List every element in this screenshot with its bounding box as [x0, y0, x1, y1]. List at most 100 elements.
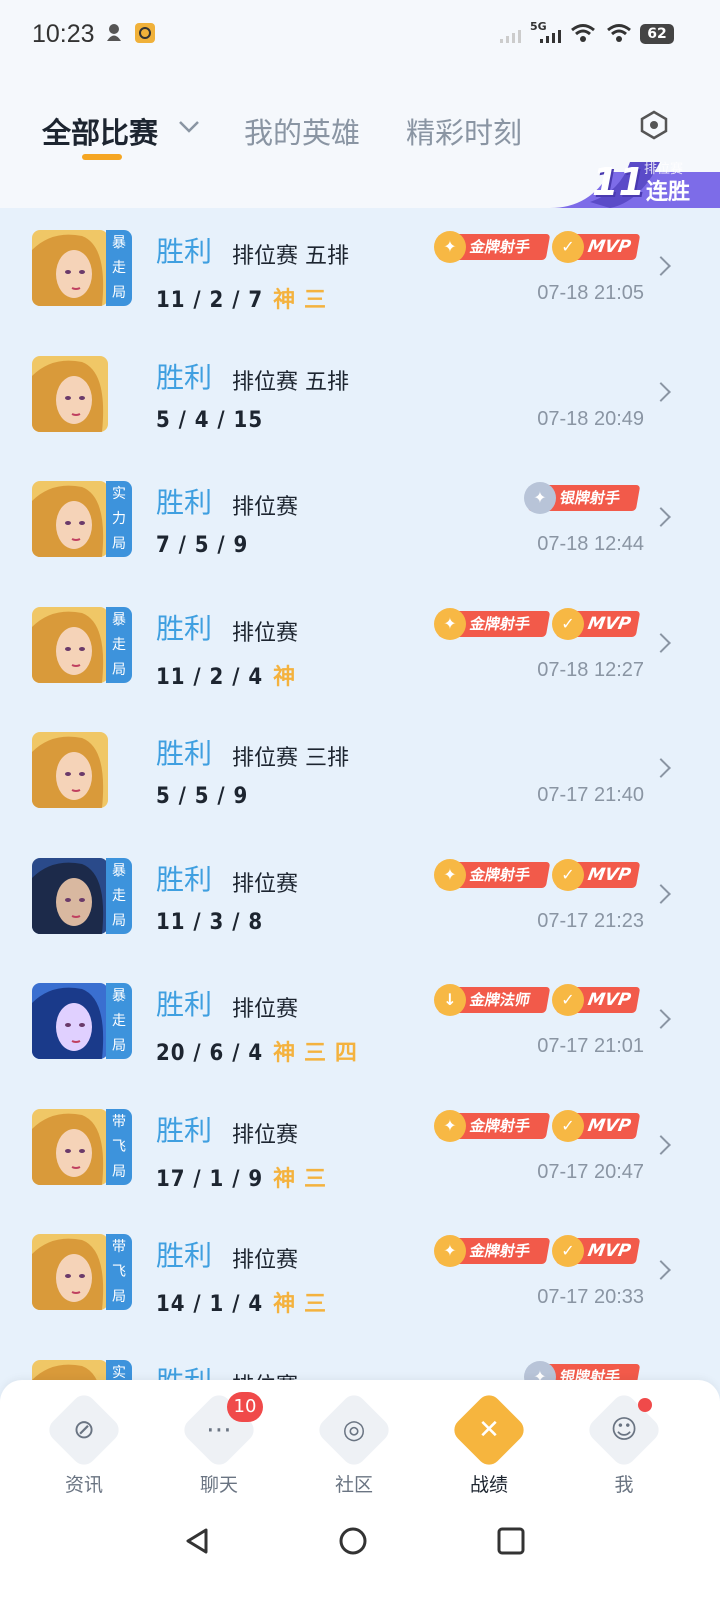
chevron-right-icon	[651, 256, 671, 276]
hero-avatar	[32, 355, 108, 432]
medal-icon: ✦	[434, 1235, 466, 1267]
match-row[interactable]: 带飞局胜利 排位赛 17 / 1 / 9 神 三 07-17 20:47 ✦ 金牌射手 ✓ MV…	[0, 1083, 720, 1209]
match-date: 07-17 21:23	[537, 909, 644, 932]
medal-icon: ✓	[552, 1109, 584, 1142]
kda-value: 5 / 4 / 15	[156, 407, 264, 433]
medal-icon: ✦	[434, 1109, 466, 1142]
notification-dot	[638, 1398, 652, 1412]
match-type-tag: 暴走局	[106, 983, 132, 1059]
kda-value: 7 / 5 / 9	[156, 533, 249, 558]
match-date: 07-18 21:05	[537, 282, 644, 304]
header-area: 10:23 5G 62 全部比赛 我的英雄 精彩时刻 11 排位赛 连胜	[0, 0, 720, 208]
chevron-right-icon	[651, 381, 671, 402]
match-kda: 11 / 3 / 8	[156, 910, 263, 935]
nav-item-community[interactable]: ◎ 社区	[304, 1390, 404, 1502]
match-row[interactable]: 带飞局胜利 排位赛 14 / 1 / 4 神 三 07-17 20:33 ✦ 金牌射手 ✓ MV…	[0, 1208, 720, 1334]
medal-badge: ✦ 金牌射手	[434, 231, 551, 263]
medal-badge: ✦ 金牌射手	[434, 607, 551, 640]
back-icon[interactable]	[182, 1526, 212, 1556]
chevron-down-icon[interactable]	[178, 120, 200, 134]
match-mode: 排位赛	[232, 620, 299, 646]
tab-my-heroes[interactable]: 我的英雄	[244, 110, 360, 152]
match-date: 07-18 12:27	[537, 658, 644, 681]
hero-avatar	[32, 481, 108, 557]
kda-value: 17 / 1 / 9	[156, 1166, 264, 1192]
match-kda: 11 / 2 / 7 神 三	[156, 282, 327, 314]
medal-icon: ✓	[552, 607, 584, 640]
hero-avatar	[32, 1234, 108, 1310]
medal-icon: ✦	[524, 482, 556, 514]
match-kda: 14 / 1 / 4 神 三	[156, 1286, 327, 1318]
recents-icon[interactable]	[496, 1526, 526, 1556]
medal-badge: ↓ 金牌法师	[434, 984, 551, 1016]
match-type-tag: 带飞局	[106, 1234, 132, 1310]
kda-value: 11 / 2 / 7	[156, 288, 264, 313]
match-row[interactable]: 暴走局胜利 排位赛 11 / 2 / 4 神 07-18 12:27 ✦ 金牌射手 ✓ MVP	[0, 581, 720, 707]
medal-icon: ✓	[552, 858, 584, 891]
honor-badges: 神 三	[273, 288, 327, 313]
kda-value: 11 / 3 / 8	[156, 909, 264, 935]
tab-all-matches[interactable]: 全部比赛	[42, 110, 158, 152]
match-type-tag: 暴走局	[106, 230, 132, 306]
match-date: 07-18 12:44	[537, 533, 644, 555]
kda-value: 14 / 1 / 4	[156, 1292, 264, 1317]
nav-item-news[interactable]: ⊘ 资讯	[34, 1390, 134, 1502]
match-row[interactable]: 暴走局胜利 排位赛 五排 11 / 2 / 7 神 三 07-18 21:05 ✦ 金牌射手…	[0, 204, 720, 330]
tab-highlights[interactable]: 精彩时刻	[406, 110, 522, 152]
match-kda: 17 / 1 / 9 神 三	[156, 1161, 327, 1193]
nav-label: 资讯	[64, 1474, 103, 1496]
nav-item-chat[interactable]: ⋯ 聊天 10	[169, 1390, 269, 1502]
status-bar: 10:23 5G 62	[0, 0, 720, 70]
match-mode: 排位赛 五排	[232, 244, 349, 269]
status-time: 10:23	[32, 20, 95, 48]
hero-avatar	[32, 983, 108, 1059]
medal-badge: ✦ 金牌射手	[434, 858, 551, 891]
match-result: 胜利	[156, 1113, 213, 1147]
nav-item-battle-record[interactable]: ✕ 战绩	[439, 1390, 539, 1502]
signal-weak-icon	[500, 30, 521, 43]
wifi-icon	[607, 24, 631, 42]
battery-icon: 62	[640, 24, 674, 44]
match-row[interactable]: 胜利 排位赛 三排 5 / 5 / 9 07-17 21:40	[0, 706, 720, 832]
honor-badges: 神 三 四	[273, 1041, 358, 1066]
home-icon[interactable]	[338, 1526, 368, 1556]
match-date: 07-17 20:33	[537, 1286, 644, 1308]
system-nav-bar	[0, 1508, 720, 1600]
chevron-right-icon	[651, 758, 671, 778]
match-row[interactable]: 实力局胜利 排位赛 7 / 5 / 9 07-18 12:44 ✦ 银牌射手	[0, 455, 720, 581]
match-mode: 排位赛 五排	[232, 369, 349, 395]
medal-icon: ↓	[434, 984, 466, 1016]
match-type-tag: 带飞局	[106, 1108, 132, 1185]
match-mode: 排位赛	[232, 495, 299, 520]
medal-icon: ✦	[434, 858, 466, 891]
honor-badges: 神 三	[273, 1292, 327, 1317]
streak-count: 11	[592, 160, 645, 204]
chevron-right-icon	[651, 1134, 671, 1155]
match-date: 07-17 21:01	[537, 1035, 644, 1057]
mvp-badge: ✓ MVP	[552, 1235, 641, 1267]
match-result: 胜利	[156, 360, 213, 394]
match-type-tag: 实力局	[106, 481, 132, 557]
nav-label: 聊天	[199, 1474, 238, 1496]
match-result: 胜利	[156, 611, 213, 645]
match-mode: 排位赛	[232, 997, 299, 1022]
mvp-badge: ✓ MVP	[552, 231, 641, 263]
match-row[interactable]: 胜利 排位赛 五排 5 / 4 / 15 07-18 20:49	[0, 330, 720, 456]
nav-item-profile[interactable]: ☺ 我	[574, 1390, 674, 1502]
match-result: 胜利	[156, 235, 213, 268]
medal-badge: ✦ 银牌射手	[524, 482, 641, 514]
settings-hex-icon[interactable]	[640, 110, 668, 140]
mvp-badge: ✓ MVP	[552, 984, 641, 1016]
match-row[interactable]: 暴走局胜利 排位赛 20 / 6 / 4 神 三 四 07-17 21:01 ↓ 金牌法师 ✓…	[0, 957, 720, 1083]
hero-avatar	[32, 606, 108, 683]
kda-value: 20 / 6 / 4	[156, 1041, 264, 1066]
match-kda: 5 / 4 / 15	[156, 408, 263, 433]
match-row[interactable]: 暴走局胜利 排位赛 11 / 3 / 8 07-17 21:23 ✦ 金牌射手 ✓ MVP	[0, 832, 720, 958]
mvp-badge: ✓ MVP	[552, 858, 641, 891]
match-kda: 5 / 5 / 9	[156, 784, 248, 809]
news-icon: ⊘	[44, 1390, 124, 1470]
match-result: 胜利	[156, 988, 213, 1021]
medal-icon: ✦	[434, 607, 466, 640]
match-date: 07-18 20:49	[537, 407, 644, 430]
tab-bar: 全部比赛 我的英雄 精彩时刻	[0, 100, 720, 160]
